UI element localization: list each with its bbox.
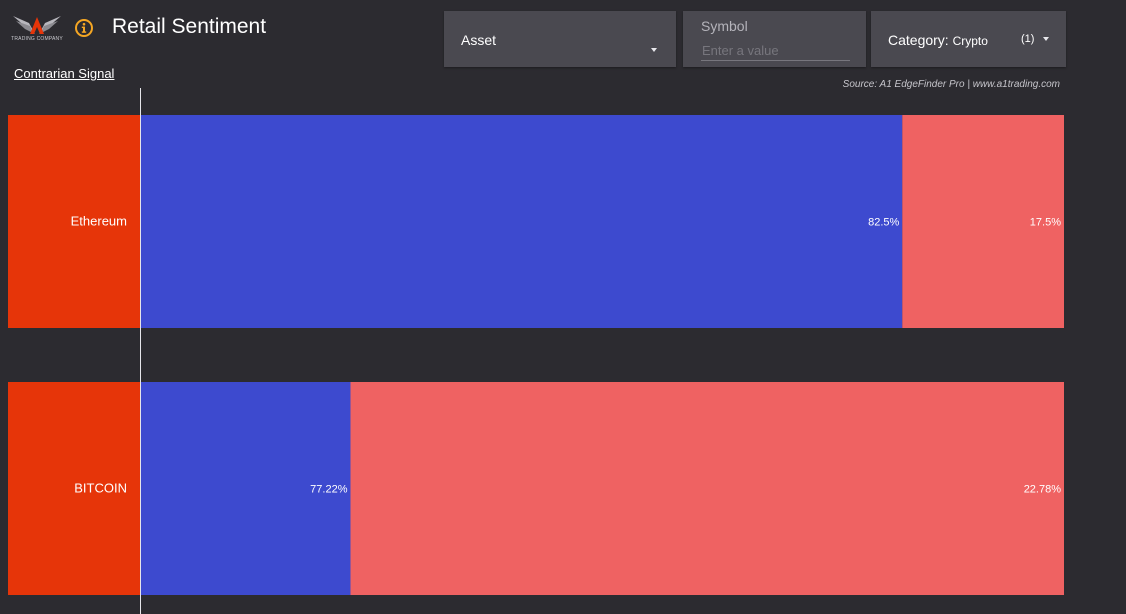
brand-logo: TRADING COMPANY [9, 14, 65, 46]
category-count-badge: (1) [1021, 33, 1035, 45]
info-icon[interactable] [74, 18, 94, 38]
asset-dropdown-label: Asset [461, 32, 497, 48]
chevron-down-icon [1043, 37, 1049, 41]
contrarian-signal-link[interactable]: Contrarian Signal [14, 66, 114, 81]
category-value: Crypto [952, 34, 988, 48]
sentiment-chart: Ethereum 82.5% 17.5% BITCOIN 77.22% 22.78% [0, 88, 1126, 614]
category-label: Category: [888, 32, 949, 48]
data-label-short-bitcoin: 22.78% [1024, 484, 1062, 496]
symbol-field-label: Symbol [701, 18, 748, 34]
logo-text: TRADING COMPANY [11, 36, 63, 42]
category-dropdown[interactable]: Category: Crypto (1) [871, 11, 1066, 67]
category-dropdown-text: Category: Crypto [888, 32, 988, 48]
retail-sentiment-screen: TRADING COMPANY Retail Sentiment Contrar… [0, 0, 1126, 614]
data-label-short-ethereum: 17.5% [1030, 217, 1061, 229]
symbol-input[interactable] [701, 41, 850, 61]
category-label-bitcoin: BITCOIN [74, 481, 127, 496]
bar-short-bitcoin [350, 382, 1065, 595]
page-title: Retail Sentiment [112, 15, 267, 38]
logo-wings-icon [13, 16, 61, 34]
chevron-down-icon [651, 48, 657, 52]
category-label-ethereum: Ethereum [71, 214, 127, 229]
bar-long-ethereum [140, 115, 903, 328]
data-label-long-ethereum: 82.5% [868, 217, 899, 229]
symbol-field[interactable]: Symbol [683, 11, 866, 67]
data-label-long-bitcoin: 77.22% [310, 484, 348, 496]
sentiment-chart-svg: Ethereum 82.5% 17.5% BITCOIN 77.22% 22.78% [8, 88, 1065, 614]
asset-dropdown[interactable]: Asset [444, 11, 676, 67]
